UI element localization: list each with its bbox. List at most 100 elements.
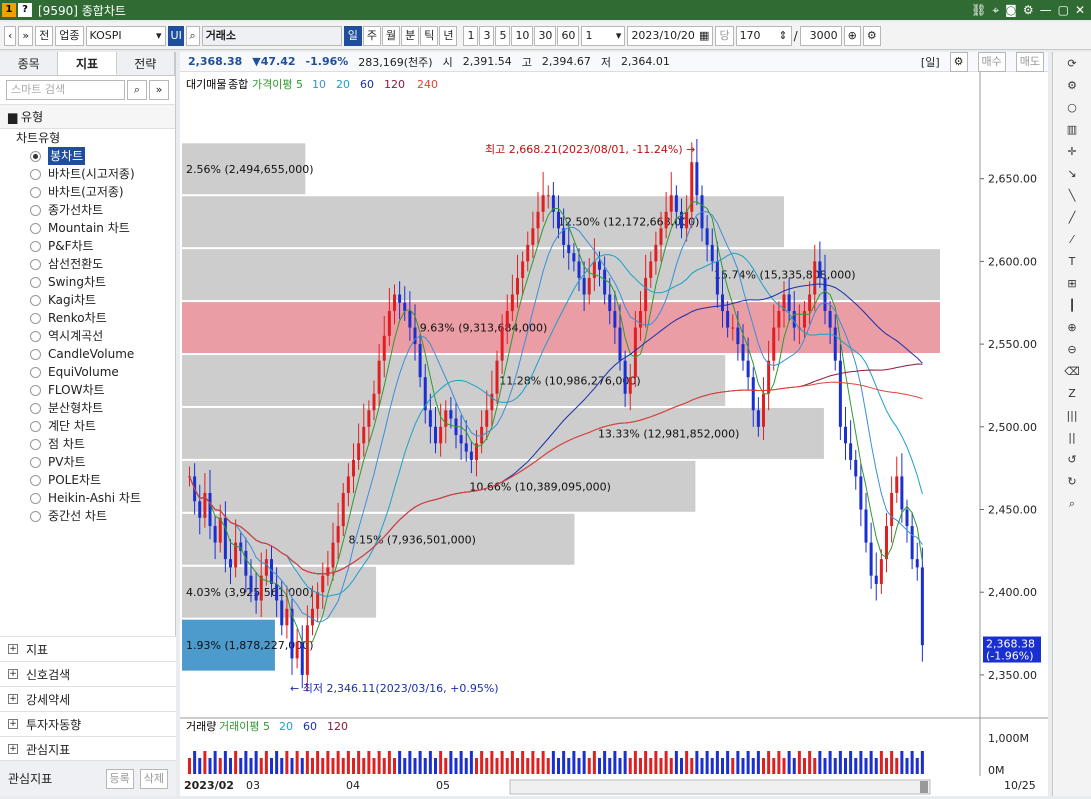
gear-icon[interactable]: ⚙ [949, 51, 968, 72]
undo-icon[interactable]: ↺ [1061, 450, 1083, 470]
chart-type-option[interactable]: Kagi차트 [16, 291, 175, 309]
chart-type-option[interactable]: Swing차트 [16, 273, 175, 291]
smart-search-input[interactable]: 스마트 검색 [6, 80, 125, 100]
tab-전략[interactable]: 전략 [116, 52, 175, 75]
interval-3[interactable]: 3 [479, 25, 495, 46]
tree-node-chart-type[interactable]: 차트유형 [16, 129, 175, 147]
group-신호검색[interactable]: + 신호검색 [0, 661, 176, 686]
settings-icon[interactable]: ⚙ [1023, 3, 1034, 18]
chart-type-option[interactable]: FLOW차트 [16, 381, 175, 399]
chart-type-option[interactable]: 분산형차트 [16, 399, 175, 417]
sector-button[interactable]: 업종 [55, 25, 84, 46]
gear-icon[interactable]: ⚙ [1061, 76, 1083, 96]
interval-5[interactable]: 5 [495, 25, 511, 46]
refresh-icon[interactable]: ⟳ [1061, 54, 1083, 74]
text-icon[interactable]: T [1061, 252, 1083, 272]
expand-icon[interactable]: » [149, 80, 169, 100]
group-지표[interactable]: + 지표 [0, 636, 176, 661]
crosshair-icon[interactable]: ✛ [1061, 142, 1083, 162]
search-icon[interactable]: ⌕ [185, 25, 200, 46]
price-chart[interactable]: 2.56% (2,494,655,000)12.50% (12,172,668,… [180, 72, 1048, 796]
auto-icon[interactable]: ⁄ [1061, 230, 1083, 250]
line-draw-icon[interactable]: ╱ [1061, 208, 1083, 228]
tab-지표[interactable]: 지표 [58, 52, 117, 75]
period-년[interactable]: 년 [439, 25, 458, 46]
gear-icon[interactable]: ⚙ [862, 25, 881, 46]
minimize-icon[interactable]: — [1040, 3, 1052, 18]
register-button[interactable]: 등록 [105, 768, 134, 789]
group-관심지표[interactable]: + 관심지표 [0, 736, 176, 761]
type-group-header[interactable]: ▆ 유형 [0, 104, 175, 129]
search-icon[interactable]: ⌕ [127, 80, 147, 100]
pin-icon[interactable]: ⌖ [992, 3, 999, 18]
chart-type-option[interactable]: 삼선전환도 [16, 255, 175, 273]
interval-30[interactable]: 30 [534, 25, 557, 46]
chart-type-option[interactable]: Heikin-Ashi 차트 [16, 489, 175, 507]
volume-bar [803, 758, 806, 774]
tab-종목[interactable]: 종목 [0, 52, 59, 75]
maximize-icon[interactable]: ▢ [1058, 3, 1069, 18]
group-강세약세[interactable]: + 강세약세 [0, 686, 176, 711]
close-icon[interactable]: ✕ [1075, 3, 1085, 18]
chart-type-option[interactable]: EquiVolume [16, 363, 175, 381]
market-type-icon[interactable]: UI [167, 25, 184, 46]
period-주[interactable]: 주 [362, 25, 381, 46]
all-button[interactable]: 전 [35, 25, 54, 46]
folder-icon: ▆ [8, 110, 22, 124]
erase-icon[interactable]: ⌫ [1061, 362, 1083, 382]
zoom-icon[interactable]: ⊕ [843, 25, 861, 46]
chart-type-option[interactable]: Renko차트 [16, 309, 175, 327]
sell-button[interactable]: 매도 [1015, 51, 1044, 72]
buy-button[interactable]: 매수 [977, 51, 1006, 72]
market-select[interactable]: KOSPI ▾ [85, 25, 166, 46]
chart-type-option[interactable]: 역시계곡선 [16, 327, 175, 345]
interval-10[interactable]: 10 [511, 25, 534, 46]
scrollbar-thumb[interactable] [920, 781, 928, 793]
help-badge[interactable]: ? [18, 3, 32, 17]
date-input[interactable]: 2023/10/20 ▦ [627, 25, 714, 46]
redo-icon[interactable]: ↻ [1061, 472, 1083, 492]
bars-icon[interactable]: ||| [1061, 406, 1083, 426]
zoom-in-icon[interactable]: ⊕ [1061, 318, 1083, 338]
magnifier-icon[interactable]: ⌕ [1061, 494, 1083, 514]
chart-type-option[interactable]: PV차트 [16, 453, 175, 471]
chart-type-option[interactable]: Mountain 차트 [16, 219, 175, 237]
chart-type-option[interactable]: 봉차트 [16, 147, 175, 165]
prev-button[interactable]: ‹ [4, 25, 17, 46]
bar-chart-icon[interactable]: ▥ [1061, 120, 1083, 140]
chart-type-icon[interactable]: ⊞ [1061, 274, 1083, 294]
circle-icon[interactable]: ○ [1061, 98, 1083, 118]
chart-type-option[interactable]: P&F차트 [16, 237, 175, 255]
line-icon[interactable]: ╲ [1061, 186, 1083, 206]
interval-60[interactable]: 60 [557, 25, 580, 46]
period-일[interactable]: 일 [343, 25, 362, 46]
chart-type-option[interactable]: 계단 차트 [16, 417, 175, 435]
candle-icon[interactable]: ┃ [1061, 296, 1083, 316]
dropdown-button[interactable]: » [18, 25, 34, 46]
group-투자자동향[interactable]: + 투자자동향 [0, 711, 176, 736]
count-stepper[interactable]: 170 ⇕ [735, 25, 792, 46]
chart-type-option[interactable]: 종가선차트 [16, 201, 175, 219]
zoom-out-icon[interactable]: ⊖ [1061, 340, 1083, 360]
chart-type-option[interactable]: POLE차트 [16, 471, 175, 489]
period-월[interactable]: 월 [381, 25, 401, 46]
chart-type-option[interactable]: 바차트(고저종) [16, 183, 175, 201]
delete-button[interactable]: 삭제 [139, 768, 168, 789]
period-틱[interactable]: 틱 [420, 25, 439, 46]
chart-scrollbar[interactable] [509, 779, 931, 795]
period-분[interactable]: 분 [401, 25, 420, 46]
link-icon[interactable]: ⛓ [971, 3, 986, 18]
chart-type-option[interactable]: 바차트(시고저종) [16, 165, 175, 183]
exchange-field[interactable]: 거래소 [201, 25, 342, 46]
total-input[interactable]: 3000 [799, 25, 842, 46]
interval-1[interactable]: 1 [463, 25, 479, 46]
window-badge-a[interactable]: 1 [2, 3, 16, 17]
interval-select[interactable]: 1 ▾ [581, 25, 626, 46]
z-icon[interactable]: Z [1061, 384, 1083, 404]
chart-type-option[interactable]: 중간선 차트 [16, 507, 175, 525]
camera-icon[interactable]: ◙ [1005, 3, 1017, 18]
chart-type-option[interactable]: 점 차트 [16, 435, 175, 453]
bars2-icon[interactable]: || [1061, 428, 1083, 448]
chart-type-option[interactable]: CandleVolume [16, 345, 175, 363]
trend-line-icon[interactable]: ↘ [1061, 164, 1083, 184]
